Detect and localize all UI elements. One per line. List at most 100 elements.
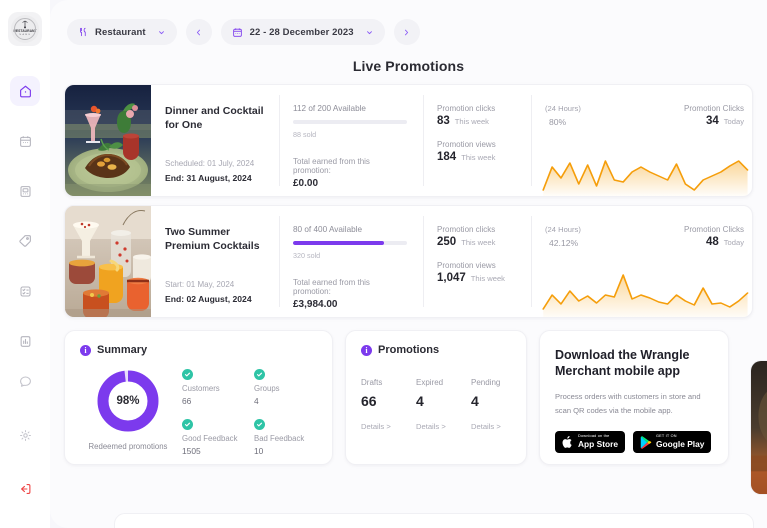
today-clicks-period: Today — [724, 117, 744, 126]
sidebar-item-logout[interactable] — [10, 474, 40, 504]
sidebar-item-orders[interactable] — [10, 176, 40, 206]
sidebar-item-promotions[interactable] — [10, 226, 40, 256]
chart-percent: 42.12% — [545, 238, 581, 248]
promotions-stat-expired: Expired 4 Details > — [416, 378, 471, 431]
app-card-title: Download the Wrangle Merchant mobile app — [555, 347, 713, 380]
chevron-down-icon — [365, 28, 374, 37]
stock-sold: 88 sold — [293, 130, 409, 139]
sparkline-1 — [541, 150, 752, 196]
stat-value: 1505 — [182, 446, 246, 456]
clicks-sparkline-chart — [541, 150, 752, 196]
today-clicks-block: Promotion Clicks 48 Today — [684, 225, 744, 248]
store-buttons: Download on the App Store GET IT ON — [555, 431, 713, 453]
today-clicks-value: 34 — [706, 115, 719, 127]
promotion-end: End: 02 August, 2024 — [165, 293, 265, 307]
sidebar-nav — [10, 76, 40, 356]
google-play-icon — [640, 436, 652, 449]
stock-available: 80 of 400 Available — [293, 225, 409, 234]
calendar-icon — [18, 134, 33, 149]
sidebar-item-menu[interactable] — [10, 276, 40, 306]
info-icon: i — [361, 345, 372, 356]
sidebar: RESTAURANT N A M E — [0, 0, 50, 528]
next-period-button[interactable] — [394, 19, 420, 45]
next-card-preview[interactable] — [750, 360, 767, 495]
promotion-stock-col: 112 of 200 Available 88 sold Total earne… — [279, 85, 423, 196]
clicks-block: Promotion clicks 250 This week — [437, 225, 517, 248]
bar-chart-icon — [18, 334, 33, 349]
stat-value: 4 — [416, 393, 471, 409]
donut-value: 98% — [94, 367, 162, 435]
sidebar-bottom-nav — [0, 366, 50, 504]
views-period: This week — [471, 274, 505, 283]
promotion-image — [65, 85, 151, 196]
venue-selector[interactable]: Restaurant — [67, 19, 177, 45]
restaurant-logo[interactable]: RESTAURANT N A M E — [8, 12, 42, 46]
views-value: 1,047 — [437, 272, 466, 284]
sidebar-item-calendar[interactable] — [10, 126, 40, 156]
promotions-card-header: i Promotions — [361, 344, 526, 356]
promotion-title-col: Two Summer Premium Cocktails Start: 01 M… — [151, 206, 279, 317]
chart-hours-label: (24 Hours) — [545, 225, 581, 234]
promotion-title-col: Dinner and Cocktail for One Scheduled: 0… — [151, 85, 279, 196]
page-title: Live Promotions — [50, 58, 767, 74]
chevron-down-icon — [157, 28, 166, 37]
stat-label: Pending — [471, 378, 526, 387]
promotion-name: Dinner and Cocktail for One — [165, 104, 265, 132]
redeemed-donut-chart: 98% Redeemed promotions — [80, 365, 176, 456]
clicks-value: 250 — [437, 236, 456, 248]
clicks-period: This week — [461, 238, 495, 247]
summary-title: Summary — [97, 344, 147, 356]
stat-label: Customers — [182, 384, 246, 393]
cutlery-icon — [78, 27, 88, 37]
sidebar-item-settings[interactable] — [10, 420, 40, 450]
google-play-button[interactable]: GET IT ON Google Play — [633, 431, 711, 453]
download-app-card: Download the Wrangle Merchant mobile app… — [539, 330, 729, 465]
promotion-metrics-col: Promotion clicks 83 This week Promotion … — [423, 85, 531, 196]
check-icon — [254, 369, 265, 380]
earned-label: Total earned from this promotion: — [293, 278, 409, 296]
donut-caption: Redeemed promotions — [80, 442, 176, 451]
promotions-stat-drafts: Drafts 66 Details > — [361, 378, 416, 431]
sidebar-item-support[interactable] — [10, 366, 40, 396]
app-card-description: Process orders with customers in store a… — [555, 390, 713, 420]
sidebar-item-reports[interactable] — [10, 326, 40, 356]
summary-card: i Summary 98% Redeemed promotions — [64, 330, 333, 465]
summer-cocktails-photo — [65, 206, 151, 317]
promotion-card[interactable]: Dinner and Cocktail for One Scheduled: 0… — [64, 84, 753, 197]
promotion-name: Two Summer Premium Cocktails — [165, 225, 265, 253]
promotion-card[interactable]: Two Summer Premium Cocktails Start: 01 M… — [64, 205, 753, 318]
calendar-icon — [232, 27, 243, 38]
summary-stat-groups: Groups 4 — [254, 369, 318, 406]
summary-stat-customers: Customers 66 — [182, 369, 246, 406]
receipt-icon — [18, 184, 33, 199]
promotions-summary-card: i Promotions Drafts 66 Details > Expired… — [345, 330, 527, 465]
promotions-card-title: Promotions — [378, 344, 439, 356]
venue-label: Restaurant — [95, 27, 146, 38]
details-link[interactable]: Details > — [361, 422, 416, 431]
details-link[interactable]: Details > — [471, 422, 526, 431]
stat-value: 4 — [254, 396, 318, 406]
dinner-cocktail-photo — [65, 85, 151, 196]
sidebar-item-home[interactable] — [10, 76, 40, 106]
prev-period-button[interactable] — [186, 19, 212, 45]
earned-value: £0.00 — [293, 178, 409, 189]
app-store-button[interactable]: Download on the App Store — [555, 431, 625, 453]
stat-label: Drafts — [361, 378, 416, 387]
summary-stat-bad-feedback: Bad Feedback 10 — [254, 419, 318, 456]
stat-value: 4 — [471, 393, 526, 409]
promotion-metrics-col: Promotion clicks 250 This week Promotion… — [423, 206, 531, 317]
info-icon: i — [80, 345, 91, 356]
promotion-dates: Scheduled: 01 July, 2024 End: 31 August,… — [165, 156, 265, 185]
check-icon — [182, 419, 193, 430]
promotion-chart-col: (24 Hours) 80% Promotion Clicks 34 Today — [531, 85, 752, 196]
details-link[interactable]: Details > — [416, 422, 471, 431]
date-range-selector[interactable]: 22 - 28 December 2023 — [221, 19, 385, 45]
next-section-preview — [114, 513, 754, 528]
stat-label: Bad Feedback — [254, 434, 318, 443]
google-play-big: Google Play — [656, 440, 704, 448]
promotion-list: Dinner and Cocktail for One Scheduled: 0… — [50, 74, 767, 318]
today-clicks-label: Promotion Clicks — [684, 104, 744, 113]
google-play-label: GET IT ON Google Play — [656, 435, 704, 448]
gear-icon — [18, 428, 33, 443]
logout-icon — [17, 481, 33, 497]
